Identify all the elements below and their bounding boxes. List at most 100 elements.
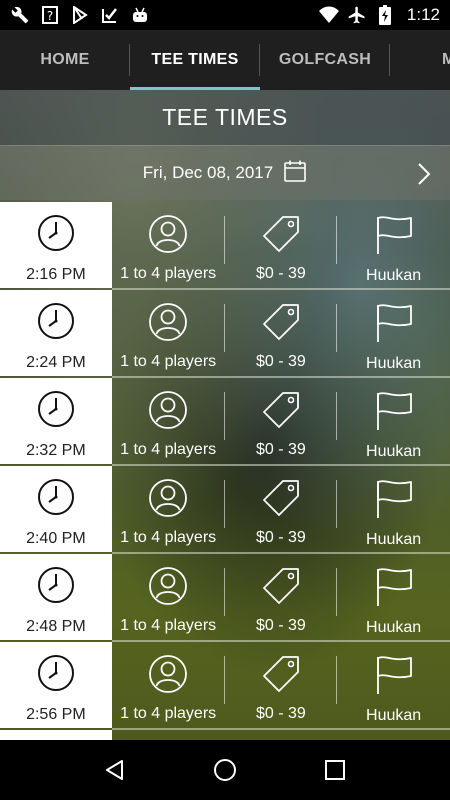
players-range: 1 to 4 players	[120, 441, 217, 458]
price-cell: $0 - 39	[225, 290, 338, 376]
clock-icon	[37, 390, 75, 433]
tab-navigation: HOME TEE TIMES GOLFCASH M	[0, 30, 450, 90]
tab-more-label: M	[442, 51, 450, 68]
status-left: ?	[10, 5, 150, 25]
tee-time: 2:48 PM	[26, 618, 86, 635]
selected-date: Fri, Dec 08, 2017	[142, 163, 274, 182]
flag-icon	[373, 654, 415, 701]
tee-time-row[interactable]: 2:48 PM 1 to 4 players $0 - 39 Huukan	[0, 554, 450, 642]
home-icon[interactable]	[205, 750, 245, 790]
price-tag-icon	[261, 478, 301, 523]
tab-home[interactable]: HOME	[0, 30, 130, 90]
price-range: $0 - 39	[255, 265, 306, 282]
tee-time: 2:16 PM	[26, 266, 86, 283]
tee-time-row[interactable]: 2:56 PM 1 to 4 players $0 - 39 Huukan	[0, 642, 450, 730]
course-name: Huukan	[366, 355, 422, 372]
players-cell: 1 to 4 players	[112, 466, 225, 552]
price-cell: $0 - 39	[225, 378, 338, 464]
course-cell: Huukan	[337, 642, 450, 728]
tab-golfcash[interactable]: GOLFCASH	[260, 30, 390, 90]
tab-home-label: HOME	[40, 51, 90, 68]
clock-icon	[37, 302, 75, 345]
tee-time-cell[interactable]: 2:48 PM	[0, 554, 112, 640]
tee-time-cell[interactable]: 2:16 PM	[0, 202, 112, 288]
tee-time-row[interactable]: 2:16 PM 1 to 4 players $0 - 39 Huukan	[0, 202, 450, 290]
tee-time-cell[interactable]: 2:24 PM	[0, 290, 112, 376]
price-cell: $0 - 39	[225, 202, 338, 288]
date-picker[interactable]: Fri, Dec 08, 2017	[143, 159, 307, 188]
price-range: $0 - 39	[255, 353, 306, 370]
battery-icon	[375, 5, 395, 25]
user-icon	[148, 302, 188, 347]
back-icon[interactable]	[95, 750, 135, 790]
flag-icon	[373, 302, 415, 349]
calendar-icon[interactable]	[283, 159, 307, 188]
tee-time-list: 2:16 PM 1 to 4 players $0 - 39 Huukan 2:…	[0, 202, 450, 730]
course-name: Huukan	[366, 619, 422, 636]
course-cell: Huukan	[337, 202, 450, 288]
price-tag-icon	[261, 654, 301, 699]
recents-icon[interactable]	[315, 750, 355, 790]
play-store-icon	[70, 5, 90, 25]
tee-time-cell[interactable]: 2:32 PM	[0, 378, 112, 464]
course-name: Huukan	[366, 443, 422, 460]
next-date-chevron-icon[interactable]	[414, 162, 434, 186]
price-range: $0 - 39	[255, 529, 306, 546]
tab-tee-times[interactable]: TEE TIMES	[130, 30, 260, 90]
flag-icon	[373, 566, 415, 613]
clock-icon	[37, 654, 75, 697]
tee-times-screen: TEE TIMES Fri, Dec 08, 2017 2:16 PM 1 to…	[0, 90, 450, 740]
tee-time-row[interactable]: 2:32 PM 1 to 4 players $0 - 39 Huukan	[0, 378, 450, 466]
tee-time: 2:24 PM	[26, 354, 86, 371]
user-icon	[148, 478, 188, 523]
tee-time: 2:56 PM	[26, 706, 86, 723]
tee-time-cell[interactable]: 2:40 PM	[0, 466, 112, 552]
course-cell: Huukan	[337, 466, 450, 552]
system-navigation-bar	[0, 740, 450, 800]
clock-icon	[37, 566, 75, 609]
android-icon	[130, 5, 150, 25]
tee-time: 2:32 PM	[26, 442, 86, 459]
price-cell: $0 - 39	[225, 466, 338, 552]
check-icon	[100, 5, 120, 25]
user-icon	[148, 390, 188, 435]
tab-more[interactable]: M	[390, 30, 450, 90]
tab-tee-times-label: TEE TIMES	[151, 51, 239, 68]
status-time: 1:12	[406, 5, 440, 24]
flag-icon	[373, 214, 415, 261]
players-cell: 1 to 4 players	[112, 290, 225, 376]
tee-time-row[interactable]: 2:24 PM 1 to 4 players $0 - 39 Huukan	[0, 290, 450, 378]
price-range: $0 - 39	[255, 441, 306, 458]
flag-icon	[373, 390, 415, 437]
price-range: $0 - 39	[255, 617, 306, 634]
tee-time: 2:40 PM	[26, 530, 86, 547]
wrench-icon	[10, 5, 30, 25]
status-right: 1:12	[318, 5, 440, 25]
price-tag-icon	[261, 390, 301, 435]
price-tag-icon	[261, 566, 301, 611]
players-cell: 1 to 4 players	[112, 378, 225, 464]
svg-text:?: ?	[47, 9, 53, 23]
course-cell: Huukan	[337, 554, 450, 640]
price-cell: $0 - 39	[225, 642, 338, 728]
airplane-mode-icon	[347, 5, 367, 25]
flag-icon	[373, 478, 415, 525]
user-icon	[148, 566, 188, 611]
players-range: 1 to 4 players	[120, 705, 217, 722]
course-cell: Huukan	[337, 378, 450, 464]
page-title: TEE TIMES	[162, 104, 288, 130]
players-cell: 1 to 4 players	[112, 554, 225, 640]
price-tag-icon	[261, 214, 301, 259]
tee-time-row[interactable]: 2:40 PM 1 to 4 players $0 - 39 Huukan	[0, 466, 450, 554]
tee-time-cell[interactable]: 2:56 PM	[0, 642, 112, 728]
players-range: 1 to 4 players	[120, 617, 217, 634]
tab-golfcash-label: GOLFCASH	[278, 51, 372, 68]
course-name: Huukan	[366, 531, 422, 548]
help-icon: ?	[40, 5, 60, 25]
user-icon	[148, 214, 188, 259]
course-cell: Huukan	[337, 290, 450, 376]
price-tag-icon	[261, 302, 301, 347]
page-title-bar: TEE TIMES	[0, 90, 450, 145]
clock-icon	[37, 478, 75, 521]
course-name: Huukan	[366, 707, 422, 724]
